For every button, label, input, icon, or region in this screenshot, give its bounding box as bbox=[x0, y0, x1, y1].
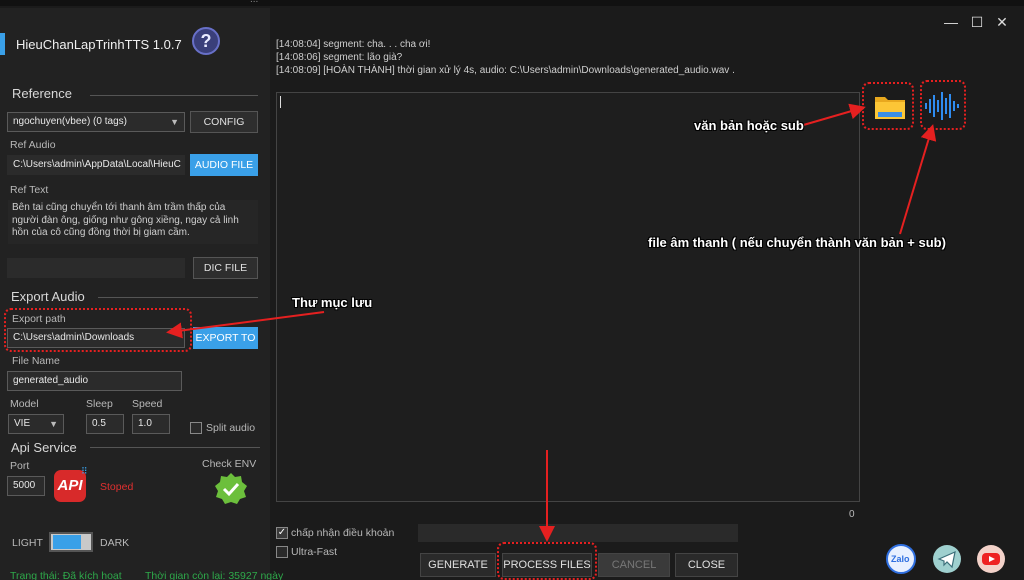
arrow-to-export bbox=[166, 311, 325, 339]
annotation-arrows bbox=[166, 103, 937, 542]
annotation-save-folder: Thư mục lưu bbox=[292, 295, 373, 310]
arrow-to-audio bbox=[899, 124, 937, 235]
arrow-to-folder bbox=[799, 103, 866, 127]
annotation-text-or-sub: văn bản hoặc sub bbox=[694, 118, 804, 133]
annotation-audio-file: file âm thanh ( nếu chuyển thành văn bản… bbox=[648, 235, 946, 250]
export-path-highlight bbox=[4, 308, 192, 352]
